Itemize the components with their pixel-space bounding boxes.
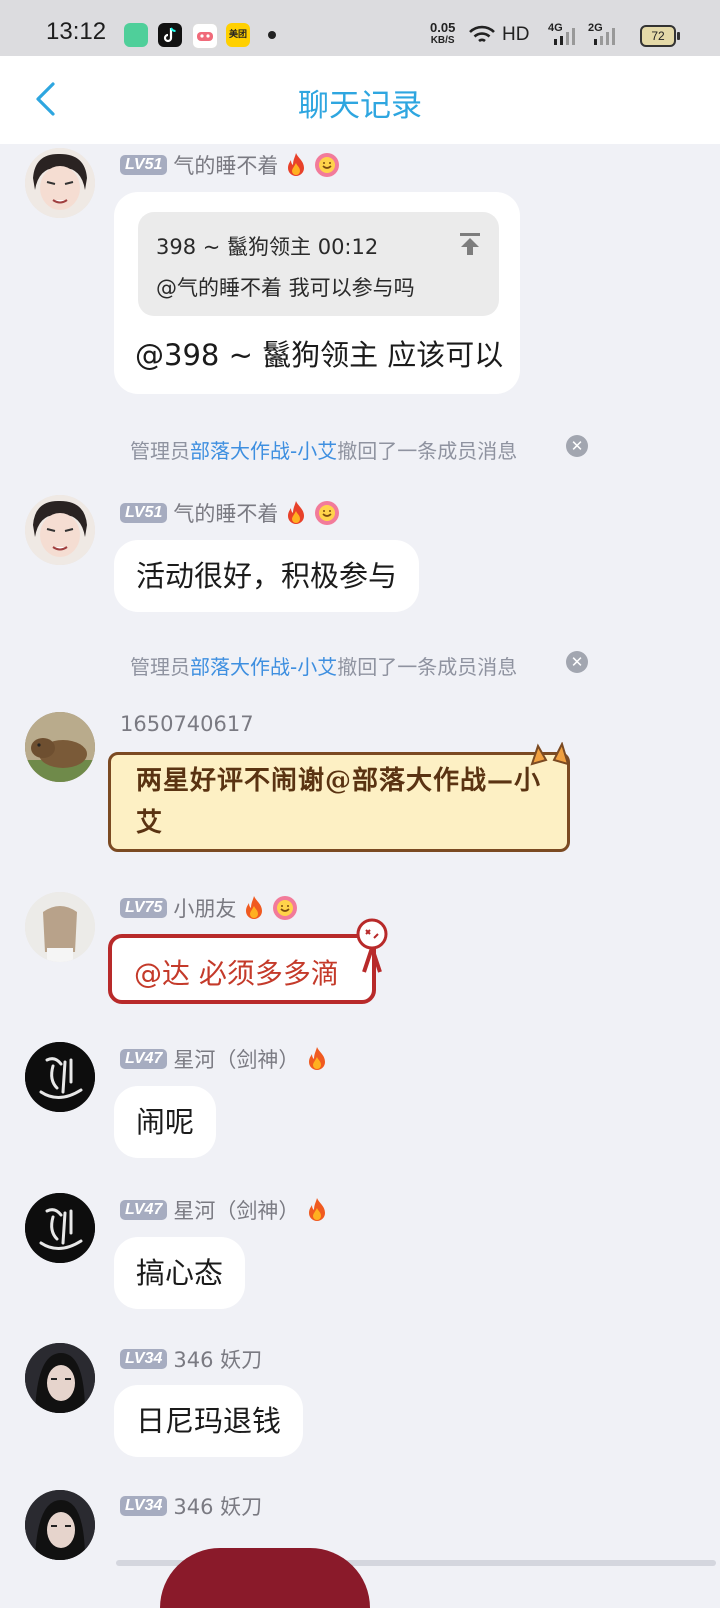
battery-icon: 72 [640, 25, 680, 47]
level-badge: LV34 [120, 1496, 168, 1516]
notification-dot [268, 31, 276, 39]
quoted-text: @气的睡不着 我可以参与吗 [156, 276, 415, 300]
app-header: 聊天记录 [0, 56, 720, 144]
meituan-icon: 美团 [226, 23, 250, 47]
recall-notice: 管理员部落大作战-小艾撤回了一条成员消息 [130, 651, 517, 680]
avatar[interactable] [25, 712, 95, 782]
recall-prefix: 管理员 [130, 655, 190, 679]
message-header: LV34 346 妖刀 [120, 1491, 262, 1521]
game-app-icon [192, 23, 218, 49]
sender-name[interactable]: 星河（剑神） [173, 1195, 299, 1225]
level-badge: LV51 [120, 155, 168, 175]
recall-suffix: 撤回了一条成员消息 [337, 655, 518, 679]
sender-name[interactable]: 气的睡不着 [173, 150, 278, 180]
sender-name[interactable]: 346 妖刀 [173, 1344, 262, 1374]
message-header: 1650740617 [120, 712, 254, 736]
recall-prefix: 管理员 [130, 439, 190, 463]
avatar[interactable] [25, 1042, 95, 1112]
level-badge: LV51 [120, 503, 168, 523]
tiktok-icon [158, 23, 182, 47]
status-bar: 13:12 美团 0.05 KB/S HD 4G 2G 72 [0, 0, 720, 56]
sender-name[interactable]: 1650740617 [120, 712, 254, 736]
sender-name[interactable]: 346 妖刀 [173, 1491, 262, 1521]
admin-link[interactable]: 部落大作战-小艾 [190, 655, 337, 679]
avatar[interactable] [25, 1343, 95, 1413]
smile-badge-icon [315, 501, 340, 525]
avatar[interactable] [25, 892, 95, 962]
level-badge: LV47 [120, 1200, 168, 1220]
green-app-icon [124, 23, 148, 47]
status-time: 13:12 [46, 18, 107, 45]
level-badge: LV75 [120, 898, 168, 918]
message-bubble[interactable]: 搞心态 [114, 1237, 246, 1309]
hd-label: HD [502, 24, 530, 45]
message-bubble[interactable]: 日尼玛退钱 [114, 1385, 304, 1457]
avatar[interactable] [25, 495, 95, 565]
net-speed-value: 0.05 [430, 20, 456, 35]
message-header: LV34 346 妖刀 [120, 1344, 262, 1374]
lucky-charm-icon [356, 918, 388, 973]
sender-name[interactable]: 气的睡不着 [173, 498, 278, 528]
quoted-sender: 398 ~ 鬣狗领主 00:12 [156, 235, 379, 259]
message-header: LV51 气的睡不着 [120, 498, 340, 528]
smile-badge-icon [273, 896, 298, 920]
net-speed-unit: KB/S [430, 35, 455, 46]
flame-icon [309, 1198, 326, 1221]
message-header: LV51 气的睡不着 [120, 150, 340, 180]
admin-link[interactable]: 部落大作战-小艾 [190, 439, 337, 463]
message-header: LV47 星河（剑神） [120, 1195, 329, 1225]
signal-2-icon [594, 28, 615, 45]
flame-icon [246, 896, 263, 919]
flame-icon [288, 501, 305, 524]
close-icon[interactable]: ✕ [566, 435, 588, 457]
message-text: @398 ~ 鬣狗领主 应该可以 [135, 338, 504, 372]
message-text: 两星好评不闹谢@部落大作战—小艾 [136, 766, 542, 838]
sender-name[interactable]: 小朋友 [173, 893, 236, 923]
avatar[interactable] [25, 148, 95, 218]
recall-suffix: 撤回了一条成员消息 [337, 439, 518, 463]
message-header: LV47 星河（剑神） [120, 1044, 329, 1074]
close-icon[interactable]: ✕ [566, 651, 588, 673]
wifi-icon [469, 25, 495, 43]
signal-icon [554, 28, 575, 45]
level-badge: LV47 [120, 1049, 168, 1069]
message-bubble[interactable]: 活动很好，积极参与 [114, 540, 420, 612]
smile-badge-icon [315, 153, 340, 177]
avatar[interactable] [25, 1193, 95, 1263]
message-bubble[interactable]: 闹呢 [114, 1086, 217, 1158]
level-badge: LV34 [120, 1349, 168, 1369]
message-text: @达 必须多多滴 [134, 957, 339, 990]
page-title: 聊天记录 [298, 88, 422, 124]
jump-to-top-icon[interactable] [458, 232, 482, 256]
net-speed: 0.05 KB/S [430, 21, 455, 47]
avatar[interactable] [25, 1490, 95, 1560]
sender-name[interactable]: 星河（剑神） [173, 1044, 299, 1074]
recall-notice: 管理员部落大作战-小艾撤回了一条成员消息 [130, 435, 517, 464]
flame-icon [288, 153, 305, 176]
flame-icon [309, 1047, 326, 1070]
sticker-image[interactable] [160, 1548, 370, 1608]
message-header: LV75 小朋友 [120, 893, 298, 923]
